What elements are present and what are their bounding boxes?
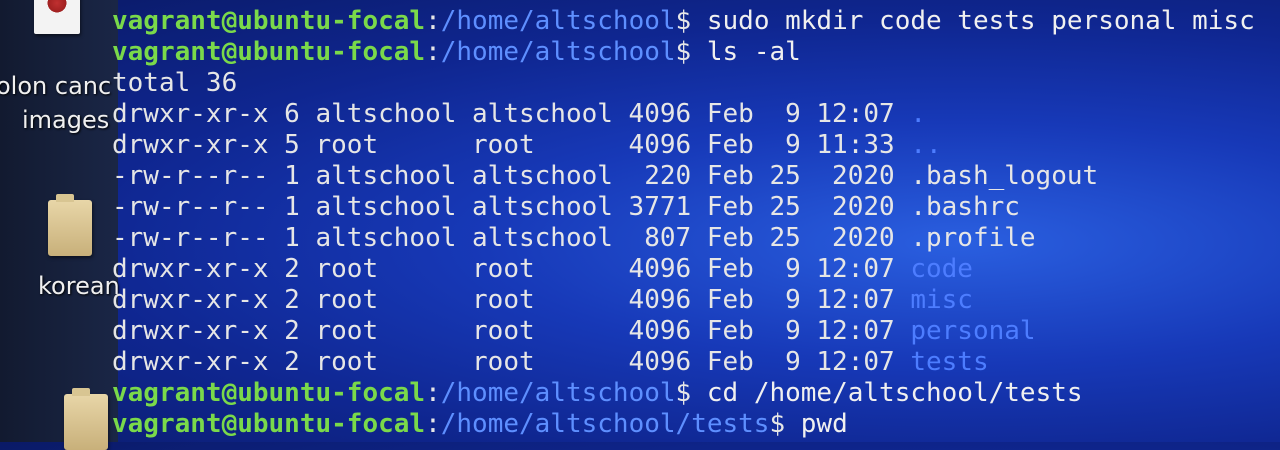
- output-line: total 36: [112, 68, 1280, 99]
- ls-entry-line: drwxr-xr-x 5 root root 4096 Feb 9 11:33 …: [112, 130, 1280, 161]
- ls-entry-line: drwxr-xr-x 2 root root 4096 Feb 9 12:07 …: [112, 285, 1280, 316]
- ls-entry-name: code: [910, 254, 973, 284]
- ls-entry-line: drwxr-xr-x 2 root root 4096 Feb 9 12:07 …: [112, 254, 1280, 285]
- prompt-colon: :: [425, 378, 441, 408]
- prompt-dollar: $: [675, 37, 692, 67]
- ls-entry-line: drwxr-xr-x 2 root root 4096 Feb 9 12:07 …: [112, 347, 1280, 378]
- prompt-dollar: $: [675, 6, 692, 36]
- prompt-line: vagrant@ubuntu-focal:/home/altschool/tes…: [112, 409, 1280, 440]
- ls-entry-name: personal: [910, 316, 1036, 346]
- command-text: sudo mkdir code tests personal misc: [691, 6, 1255, 36]
- image-file-icon[interactable]: [34, 0, 80, 34]
- prompt-path: /home/altschool: [440, 37, 676, 67]
- command-text: cd /home/altschool/tests: [691, 378, 1083, 408]
- prompt-path: /home/altschool: [440, 378, 676, 408]
- prompt-user-host: vagrant@ubuntu-focal: [112, 409, 426, 439]
- prompt-line: vagrant@ubuntu-focal:/home/altschool$ ls…: [112, 37, 1280, 68]
- command-text: ls -al: [691, 37, 801, 67]
- ls-entry-name: ..: [910, 130, 942, 160]
- prompt-colon: :: [425, 6, 441, 36]
- terminal-output[interactable]: vagrant@ubuntu-focal:/home/altschool$ su…: [112, 6, 1280, 440]
- prompt-colon: :: [425, 37, 441, 67]
- ls-entry-details: -rw-r--r-- 1 altschool altschool 220 Feb…: [112, 161, 911, 191]
- prompt-line: vagrant@ubuntu-focal:/home/altschool$ su…: [112, 6, 1280, 37]
- prompt-user-host: vagrant@ubuntu-focal: [112, 37, 426, 67]
- ls-entry-line: -rw-r--r-- 1 altschool altschool 807 Feb…: [112, 223, 1280, 254]
- ls-entry-name: .bashrc: [910, 192, 1020, 222]
- ls-entry-details: drwxr-xr-x 5 root root 4096 Feb 9 11:33: [112, 130, 911, 160]
- ls-entry-details: drwxr-xr-x 6 altschool altschool 4096 Fe…: [112, 99, 911, 129]
- prompt-line: vagrant@ubuntu-focal:/home/altschool$ cd…: [112, 378, 1280, 409]
- prompt-user-host: vagrant@ubuntu-focal: [112, 378, 426, 408]
- ls-entry-name: .profile: [910, 223, 1036, 253]
- output-text: total 36: [112, 68, 238, 98]
- ls-entry-line: drwxr-xr-x 2 root root 4096 Feb 9 12:07 …: [112, 316, 1280, 347]
- ls-entry-details: drwxr-xr-x 2 root root 4096 Feb 9 12:07: [112, 316, 911, 346]
- prompt-path: /home/altschool/tests: [440, 409, 770, 439]
- prompt-colon: :: [425, 409, 441, 439]
- desktop-icon-strip: olon canc images korean: [0, 0, 120, 450]
- desktop-images-label: images: [22, 106, 110, 134]
- desktop-korean-label: korean: [38, 272, 120, 300]
- ls-entry-name: misc: [910, 285, 973, 315]
- ls-entry-line: -rw-r--r-- 1 altschool altschool 3771 Fe…: [112, 192, 1280, 223]
- ls-entry-details: -rw-r--r-- 1 altschool altschool 3771 Fe…: [112, 192, 911, 222]
- prompt-dollar: $: [675, 378, 692, 408]
- desktop-partial-label: olon canc: [0, 72, 112, 100]
- command-text: pwd: [785, 409, 848, 439]
- prompt-user-host: vagrant@ubuntu-focal: [112, 6, 426, 36]
- ls-entry-details: drwxr-xr-x 2 root root 4096 Feb 9 12:07: [112, 254, 911, 284]
- prompt-path: /home/altschool: [440, 6, 676, 36]
- ls-entry-details: drwxr-xr-x 2 root root 4096 Feb 9 12:07: [112, 285, 911, 315]
- ls-entry-details: drwxr-xr-x 2 root root 4096 Feb 9 12:07: [112, 347, 911, 377]
- ls-entry-details: -rw-r--r-- 1 altschool altschool 807 Feb…: [112, 223, 911, 253]
- ls-entry-name: tests: [910, 347, 989, 377]
- prompt-dollar: $: [769, 409, 786, 439]
- ls-entry-name: .: [910, 99, 926, 129]
- ls-entry-name: .bash_logout: [910, 161, 1099, 191]
- folder-icon[interactable]: [48, 194, 92, 256]
- ls-entry-line: drwxr-xr-x 6 altschool altschool 4096 Fe…: [112, 99, 1280, 130]
- ls-entry-line: -rw-r--r-- 1 altschool altschool 220 Feb…: [112, 161, 1280, 192]
